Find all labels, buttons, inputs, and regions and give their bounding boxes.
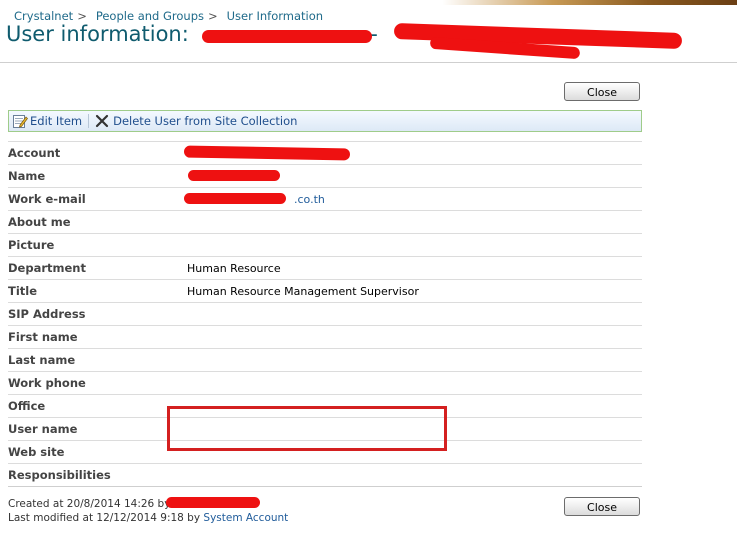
modified-by-link[interactable]: System Account xyxy=(203,512,288,524)
field-row-last-name: Last name xyxy=(8,348,642,371)
breadcrumb-item-people-and-groups[interactable]: People and Groups xyxy=(96,9,204,23)
item-toolbar: Edit Item Delete User from Site Collecti… xyxy=(8,110,642,132)
delete-icon xyxy=(95,114,109,128)
field-value: Human Resource Management Supervisor xyxy=(187,285,419,298)
created-info: Created at 20/8/2014 14:26 by xyxy=(8,498,171,510)
footer-divider xyxy=(8,486,642,487)
breadcrumb: Crystalnet > People and Groups > User Inform… xyxy=(14,9,323,23)
field-row-first-name: First name xyxy=(8,325,642,348)
breadcrumb-item-crystalnet[interactable]: Crystalnet xyxy=(14,9,73,23)
edit-item-button[interactable]: Edit Item xyxy=(12,113,82,129)
field-label: Work phone xyxy=(8,376,86,390)
field-row-title: Title Human Resource Management Superviso… xyxy=(8,279,642,302)
field-label: Picture xyxy=(8,238,55,252)
delete-user-label: Delete User from Site Collection xyxy=(113,114,298,128)
field-row-about-me: About me xyxy=(8,210,642,233)
redaction-mark xyxy=(184,193,286,204)
field-label: SIP Address xyxy=(8,307,86,321)
field-label: Account xyxy=(8,146,61,160)
breadcrumb-separator: > xyxy=(207,9,218,23)
field-label: Name xyxy=(8,169,46,183)
field-row-picture: Picture xyxy=(8,233,642,256)
redaction-mark xyxy=(188,170,280,181)
close-button-top[interactable]: Close xyxy=(564,82,640,101)
field-label: Last name xyxy=(8,353,76,367)
field-label: About me xyxy=(8,215,71,229)
delete-user-button[interactable]: Delete User from Site Collection xyxy=(95,114,297,128)
header-divider xyxy=(0,62,737,63)
field-row-work-email: Work e-mail .co.th xyxy=(8,187,642,210)
breadcrumb-separator: > xyxy=(77,9,87,23)
breadcrumb-item-user-information[interactable]: User Information xyxy=(227,9,323,23)
edit-item-label: Edit Item xyxy=(30,114,83,128)
page-title-prefix: User information: xyxy=(6,22,189,46)
field-value: Human Resource xyxy=(187,262,281,275)
field-row-responsibilities: Responsibilities xyxy=(8,463,642,486)
field-label: User name xyxy=(8,422,78,436)
field-label: Title xyxy=(8,284,38,298)
modified-info: Last modified at 12/12/2014 9:18 by xyxy=(8,512,201,524)
field-label: Office xyxy=(8,399,46,413)
field-row-sip-address: SIP Address xyxy=(8,302,642,325)
field-label: First name xyxy=(8,330,78,344)
redaction-mark xyxy=(202,30,372,43)
top-banner-strip xyxy=(0,0,737,5)
work-email-link[interactable]: .co.th xyxy=(294,193,325,206)
field-row-name: Name xyxy=(8,164,642,187)
field-row-work-phone: Work phone xyxy=(8,371,642,394)
field-label: Work e-mail xyxy=(8,192,86,206)
edit-item-icon xyxy=(12,113,28,129)
toolbar-separator xyxy=(88,114,90,128)
redaction-mark xyxy=(166,497,260,508)
field-label: Responsibilities xyxy=(8,468,111,482)
field-label: Web site xyxy=(8,445,65,459)
field-row-department: Department Human Resource xyxy=(8,256,642,279)
user-name-highlight-box xyxy=(167,406,447,451)
field-label: Department xyxy=(8,261,86,275)
close-button-bottom[interactable]: Close xyxy=(564,497,640,516)
